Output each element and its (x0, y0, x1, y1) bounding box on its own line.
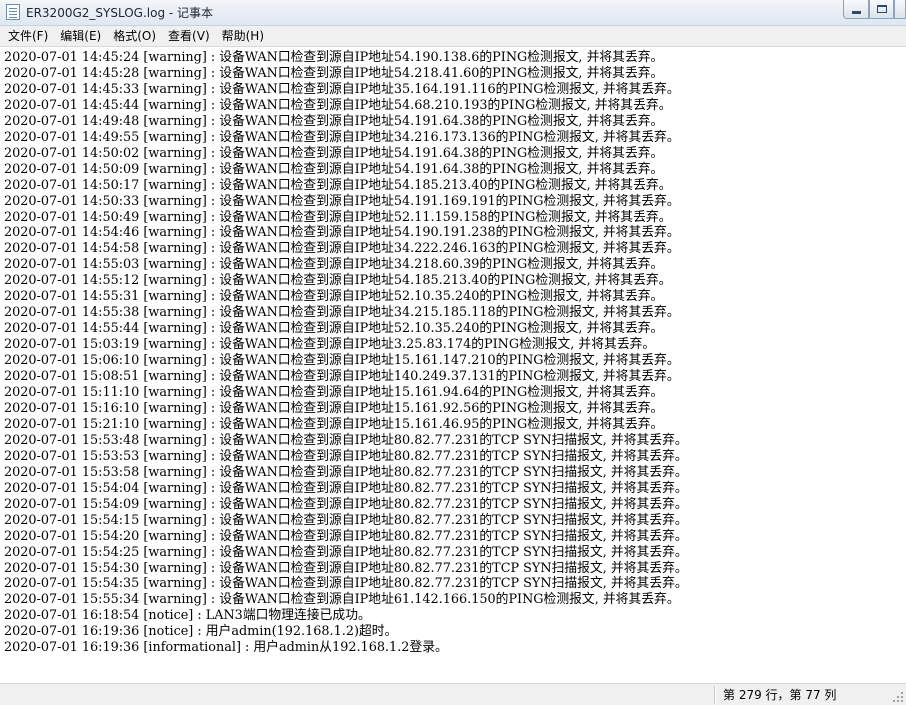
log-line: 2020-07-01 15:54:30 [warning] : 设备WAN口检查… (4, 560, 688, 576)
log-line: 2020-07-01 16:19:36 [informational] : 用户… (4, 640, 448, 656)
maximize-button[interactable] (869, 0, 894, 19)
log-line: 2020-07-01 14:49:55 [warning] : 设备WAN口检查… (4, 129, 680, 145)
log-line: 2020-07-01 15:55:34 [warning] : 设备WAN口检查… (4, 592, 680, 608)
cursor-position: 第 279 行，第 77 列 (723, 688, 837, 702)
log-line: 2020-07-01 14:45:28 [warning] : 设备WAN口检查… (4, 65, 664, 81)
log-line: 2020-07-01 15:03:19 [warning] : 设备WAN口检查… (4, 337, 656, 353)
log-line: 2020-07-01 14:55:03 [warning] : 设备WAN口检查… (4, 257, 664, 273)
window-title: ER3200G2_SYSLOG.log - 记事本 (26, 6, 214, 20)
text-editor[interactable]: 2020-07-01 14:45:24 [warning] : 设备WAN口检查… (0, 46, 906, 683)
log-line: 2020-07-01 14:45:33 [warning] : 设备WAN口检查… (4, 81, 680, 97)
resize-grip-icon[interactable] (893, 692, 903, 702)
log-line: 2020-07-01 14:50:09 [warning] : 设备WAN口检查… (4, 161, 664, 177)
log-lines: 2020-07-01 14:45:24 [warning] : 设备WAN口检查… (4, 50, 688, 656)
log-line: 2020-07-01 15:53:58 [warning] : 设备WAN口检查… (4, 464, 688, 480)
log-line: 2020-07-01 15:54:09 [warning] : 设备WAN口检查… (4, 496, 688, 512)
log-line: 2020-07-01 15:54:15 [warning] : 设备WAN口检查… (4, 512, 688, 528)
menu-file[interactable]: 文件(F) (2, 27, 54, 45)
log-line: 2020-07-01 14:45:44 [warning] : 设备WAN口检查… (4, 97, 672, 113)
maximize-icon (876, 5, 887, 13)
log-line: 2020-07-01 15:16:10 [warning] : 设备WAN口检查… (4, 400, 664, 416)
log-line: 2020-07-01 15:08:51 [warning] : 设备WAN口检查… (4, 369, 680, 385)
menu-view[interactable]: 查看(V) (162, 27, 216, 45)
log-line: 2020-07-01 14:54:46 [warning] : 设备WAN口检查… (4, 225, 680, 241)
log-line: 2020-07-01 15:06:10 [warning] : 设备WAN口检查… (4, 353, 680, 369)
menu-edit[interactable]: 编辑(E) (54, 27, 107, 45)
log-line: 2020-07-01 15:21:10 [warning] : 设备WAN口检查… (4, 416, 664, 432)
title-bar: ER3200G2_SYSLOG.log - 记事本 (0, 0, 906, 26)
log-line: 2020-07-01 15:54:35 [warning] : 设备WAN口检查… (4, 576, 688, 592)
minimize-button[interactable] (843, 0, 869, 19)
log-line: 2020-07-01 14:55:44 [warning] : 设备WAN口检查… (4, 321, 664, 337)
log-line: 2020-07-01 14:50:17 [warning] : 设备WAN口检查… (4, 177, 672, 193)
log-line: 2020-07-01 14:54:58 [warning] : 设备WAN口检查… (4, 241, 680, 257)
menu-bar: 文件(F) 编辑(E) 格式(O) 查看(V) 帮助(H) (0, 26, 906, 46)
close-button[interactable] (894, 0, 906, 19)
log-line: 2020-07-01 14:49:48 [warning] : 设备WAN口检查… (4, 113, 664, 129)
log-line: 2020-07-01 14:50:33 [warning] : 设备WAN口检查… (4, 193, 680, 209)
log-line: 2020-07-01 14:55:38 [warning] : 设备WAN口检查… (4, 305, 680, 321)
log-line: 2020-07-01 15:53:53 [warning] : 设备WAN口检查… (4, 448, 688, 464)
log-line: 2020-07-01 15:53:48 [warning] : 设备WAN口检查… (4, 432, 688, 448)
log-line: 2020-07-01 15:11:10 [warning] : 设备WAN口检查… (4, 385, 664, 401)
log-line: 2020-07-01 16:19:36 [notice] : 用户admin(1… (4, 624, 398, 640)
log-line: 2020-07-01 14:50:02 [warning] : 设备WAN口检查… (4, 145, 664, 161)
log-line: 2020-07-01 16:18:54 [notice] : LAN3端口物理连… (4, 608, 371, 624)
log-line: 2020-07-01 14:45:24 [warning] : 设备WAN口检查… (4, 50, 664, 65)
status-divider (714, 686, 715, 704)
menu-format[interactable]: 格式(O) (107, 27, 162, 45)
log-line: 2020-07-01 15:54:25 [warning] : 设备WAN口检查… (4, 544, 688, 560)
log-line: 2020-07-01 15:54:04 [warning] : 设备WAN口检查… (4, 480, 688, 496)
status-bar: 第 279 行，第 77 列 (0, 683, 906, 705)
log-line: 2020-07-01 15:54:20 [warning] : 设备WAN口检查… (4, 528, 688, 544)
notepad-icon (6, 4, 20, 20)
log-line: 2020-07-01 14:55:12 [warning] : 设备WAN口检查… (4, 273, 672, 289)
menu-help[interactable]: 帮助(H) (216, 27, 270, 45)
log-line: 2020-07-01 14:55:31 [warning] : 设备WAN口检查… (4, 289, 664, 305)
log-line: 2020-07-01 14:50:49 [warning] : 设备WAN口检查… (4, 209, 672, 225)
minimize-icon (851, 11, 861, 14)
